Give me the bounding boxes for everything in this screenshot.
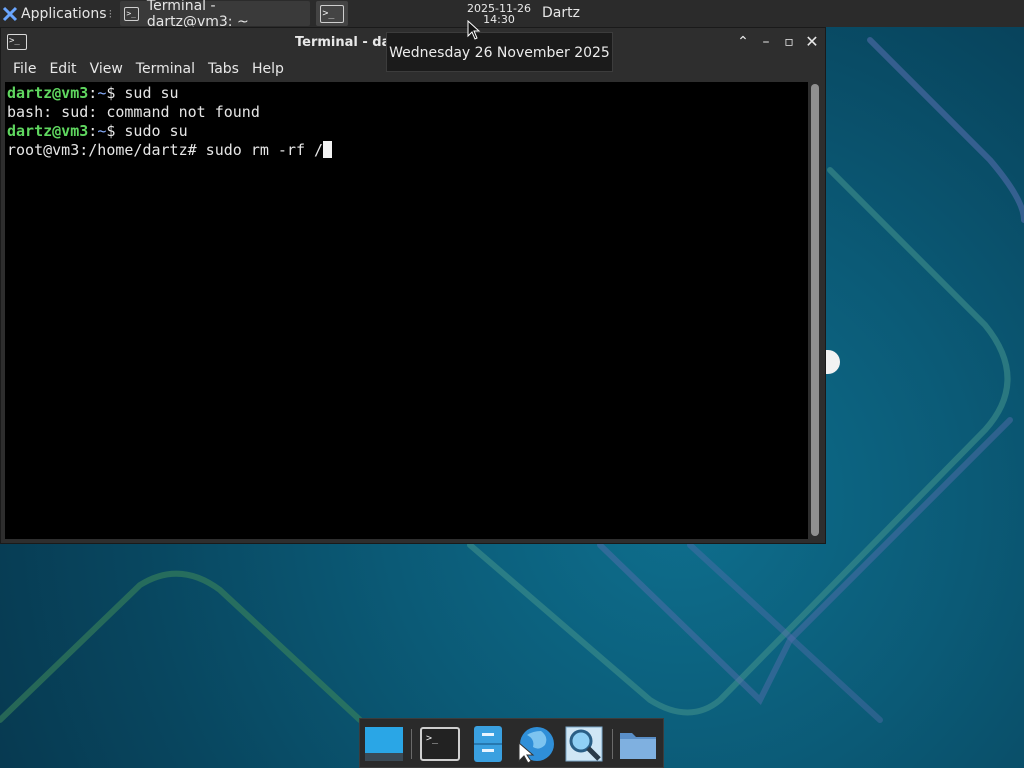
menu-terminal[interactable]: Terminal [122, 57, 195, 81]
prompt-separator: : [88, 122, 98, 140]
taskbar-terminal-button[interactable]: >_ Terminal - dartz@vm3: ~ [120, 0, 311, 30]
output-text: bash: sud: command not found [7, 103, 260, 121]
menu-tabs[interactable]: Tabs [194, 57, 239, 81]
folder-icon[interactable] [618, 725, 658, 763]
prompt-path: ~ [97, 84, 107, 102]
terminal-window: >_ Terminal - dartz@vm3: ~ ⌃ – ▫ ✕ File … [0, 27, 826, 544]
svg-text:>_: >_ [426, 733, 439, 744]
show-desktop-icon[interactable] [364, 725, 404, 763]
prompt-symbol: $ [106, 122, 125, 140]
close-button[interactable]: ✕ [804, 34, 820, 50]
text-cursor [323, 141, 333, 158]
clock-date: 2025-11-26 [467, 1, 531, 15]
app-finder-search-icon[interactable] [564, 725, 604, 763]
dock-separator [411, 729, 412, 759]
prompt-user: dartz@vm3 [7, 84, 89, 102]
taskbar-terminal-launcher[interactable]: >_ [316, 1, 349, 26]
menu-view[interactable]: View [76, 57, 123, 81]
terminal-icon: >_ [7, 34, 27, 50]
maximize-button[interactable]: ▫ [781, 34, 797, 50]
dock-separator [612, 729, 613, 759]
minimize-button[interactable]: – [758, 34, 774, 50]
menu-file[interactable]: File [1, 57, 36, 81]
root-prompt-command: root@vm3:/home/dartz# sudo rm -rf / [7, 141, 324, 159]
date-tooltip: Wednesday 26 November 2025 [386, 32, 613, 72]
web-browser-icon[interactable] [515, 725, 555, 763]
top-panel: Applications ⁝ >_ Terminal - dartz@vm3: … [0, 0, 1024, 30]
applications-separator: ⁝ [108, 6, 113, 21]
menu-help[interactable]: Help [238, 57, 284, 81]
xfce-logo-icon [2, 6, 18, 21]
scrollbar-thumb[interactable] [811, 84, 819, 536]
prompt-user: dartz@vm3 [7, 122, 89, 140]
menu-bar: File Edit View Terminal Tabs Help [1, 57, 284, 81]
terminal-icon: >_ [124, 6, 139, 21]
terminal-line: bash: sud: command not found [7, 103, 808, 122]
terminal-output[interactable]: dartz@vm3:~$ sud su bash: sud: command no… [5, 82, 808, 539]
chevron-up-icon[interactable]: ⌃ [735, 34, 751, 50]
terminal-line: root@vm3:/home/dartz# sudo rm -rf / [7, 141, 808, 160]
user-menu-button[interactable]: Dartz [542, 0, 580, 27]
mouse-pointer-icon [467, 20, 481, 40]
applications-label: Applications [21, 5, 107, 22]
file-manager-icon[interactable] [468, 725, 508, 763]
command-text: sudo su [124, 122, 188, 140]
prompt-path: ~ [97, 122, 107, 140]
terminal-launcher-icon[interactable]: >_ [420, 725, 460, 763]
terminal-line: dartz@vm3:~$ sudo su [7, 122, 808, 141]
prompt-separator: : [88, 84, 98, 102]
command-text: sud su [124, 84, 179, 102]
applications-menu-button[interactable]: Applications ⁝ [0, 0, 116, 27]
terminal-scrollbar[interactable] [811, 84, 819, 536]
dock: >_ [359, 718, 664, 768]
taskbar-terminal-label: Terminal - dartz@vm3: ~ [146, 0, 249, 30]
prompt-symbol: $ [106, 84, 125, 102]
terminal-line: dartz@vm3:~$ sud su [7, 84, 808, 103]
menu-edit[interactable]: Edit [35, 57, 76, 81]
terminal-icon: >_ [320, 4, 345, 23]
